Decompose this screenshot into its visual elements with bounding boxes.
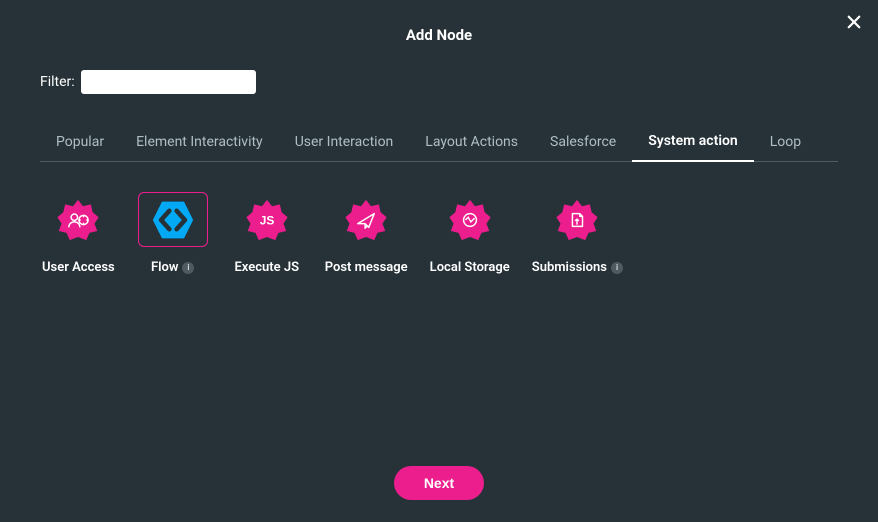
storage-icon (448, 198, 492, 242)
tab-salesforce[interactable]: Salesforce (534, 124, 632, 161)
node-label: Submissions i (532, 260, 623, 275)
node-label: Execute JS (234, 260, 299, 275)
node-user-access[interactable]: User Access (42, 192, 115, 275)
doc-icon (555, 198, 599, 242)
node-icon-wrap (331, 192, 401, 247)
user-access-icon (56, 198, 100, 242)
tab-system-action[interactable]: System action (632, 123, 753, 162)
node-label-text: Flow (151, 260, 178, 275)
node-icon-wrap (542, 192, 612, 247)
node-execute-js[interactable]: JS Execute JS (231, 192, 303, 275)
node-local-storage[interactable]: Local Storage (430, 192, 510, 275)
filter-input[interactable] (81, 70, 256, 94)
tab-user-interaction[interactable]: User Interaction (279, 124, 410, 161)
node-post-message[interactable]: Post message (325, 192, 408, 275)
node-label-text: User Access (42, 260, 115, 275)
node-label: Flow i (151, 260, 194, 275)
node-grid: User Access Flow i JS Execute JS (42, 192, 878, 275)
node-label-text: Submissions (532, 260, 607, 275)
node-label: Local Storage (430, 260, 510, 275)
close-button[interactable] (844, 12, 864, 32)
flow-icon (151, 198, 195, 242)
node-icon-wrap (435, 192, 505, 247)
node-label-text: Local Storage (430, 260, 510, 275)
tab-element-interactivity[interactable]: Element Interactivity (120, 124, 279, 161)
node-label-text: Execute JS (234, 260, 299, 275)
node-flow[interactable]: Flow i (137, 192, 209, 275)
filter-label: Filter: (40, 74, 75, 90)
tabs: Popular Element Interactivity User Inter… (40, 123, 838, 162)
close-icon (845, 13, 863, 31)
node-icon-wrap (43, 192, 113, 247)
svg-text:JS: JS (259, 213, 274, 227)
next-button[interactable]: Next (394, 466, 484, 500)
tab-popular[interactable]: Popular (40, 124, 120, 161)
node-label: User Access (42, 260, 115, 275)
js-icon: JS (245, 198, 289, 242)
dialog-title: Add Node (0, 0, 878, 44)
node-submissions[interactable]: Submissions i (532, 192, 623, 275)
info-icon: i (182, 262, 194, 274)
node-icon-wrap: JS (232, 192, 302, 247)
tab-layout-actions[interactable]: Layout Actions (409, 124, 534, 161)
node-label-text: Post message (325, 260, 408, 275)
node-icon-wrap (138, 192, 208, 247)
send-icon (344, 198, 388, 242)
info-icon: i (611, 262, 623, 274)
filter-row: Filter: (40, 70, 878, 94)
footer: Next (0, 466, 878, 500)
node-label: Post message (325, 260, 408, 275)
tab-loop[interactable]: Loop (754, 124, 817, 161)
